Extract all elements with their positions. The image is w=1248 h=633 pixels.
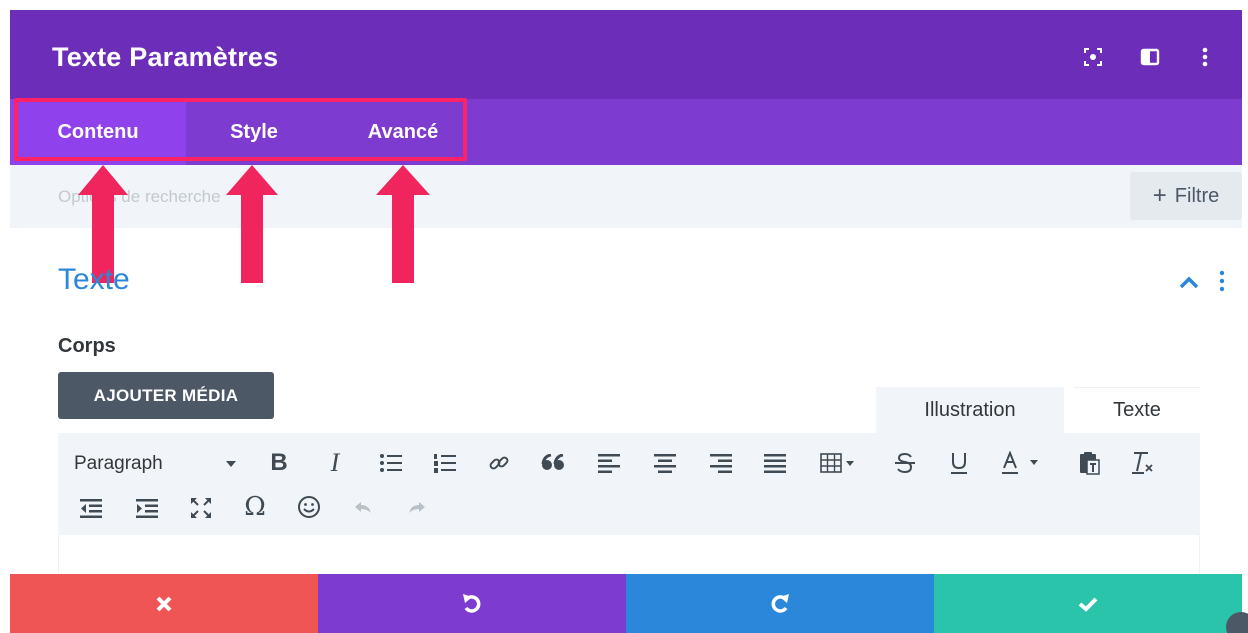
link-icon[interactable]: [486, 450, 512, 476]
focus-icon[interactable]: [1082, 46, 1104, 68]
tabs-highlight-box: [14, 98, 467, 161]
editor-tab-texte[interactable]: Texte: [1074, 387, 1200, 433]
add-media-button[interactable]: AJOUTER MÉDIA: [58, 372, 274, 419]
underline-icon[interactable]: [946, 450, 972, 476]
strikethrough-icon[interactable]: [892, 450, 918, 476]
annotation-arrow-up-icon: [376, 165, 430, 283]
section-title: Texte: [58, 263, 130, 296]
fullscreen-icon[interactable]: [188, 495, 214, 521]
check-icon: [1078, 597, 1098, 612]
modal-header: Texte Paramètres: [10, 10, 1242, 99]
editor-tab-illustration[interactable]: Illustration: [876, 387, 1064, 433]
align-left-icon[interactable]: [596, 450, 622, 476]
modal-title: Texte Paramètres: [52, 42, 279, 72]
field-label-corps: Corps: [58, 335, 116, 357]
undo-icon: [463, 593, 481, 613]
blockquote-icon[interactable]: [540, 450, 566, 476]
search-row: + Filtre: [10, 165, 1242, 228]
bold-icon[interactable]: B: [266, 449, 292, 476]
close-button[interactable]: [10, 574, 318, 633]
align-right-icon[interactable]: [708, 450, 734, 476]
save-button[interactable]: [934, 574, 1242, 633]
indent-icon[interactable]: [134, 495, 160, 521]
align-center-icon[interactable]: [652, 450, 678, 476]
filter-button[interactable]: + Filtre: [1130, 172, 1242, 220]
annotation-arrow-up-icon: [226, 165, 278, 283]
clear-formatting-icon[interactable]: [1130, 450, 1156, 476]
modal-footer: [10, 574, 1242, 633]
table-icon[interactable]: [818, 450, 858, 476]
emoji-icon[interactable]: [296, 494, 322, 520]
redo-icon: [771, 593, 789, 613]
numbered-list-icon[interactable]: [432, 450, 458, 476]
plus-icon: +: [1152, 182, 1167, 209]
undo-button[interactable]: [318, 574, 626, 633]
italic-icon[interactable]: I: [322, 448, 348, 477]
editor-content-area[interactable]: [58, 535, 1200, 575]
bullet-list-icon[interactable]: [378, 450, 404, 476]
more-vertical-icon[interactable]: [1194, 46, 1216, 68]
align-justify-icon[interactable]: [762, 450, 788, 476]
paste-text-icon[interactable]: [1076, 450, 1102, 476]
format-select[interactable]: Paragraph: [74, 453, 163, 475]
dropdown-caret-icon[interactable]: [218, 451, 244, 477]
editor-toolbar: Paragraph B I Ω: [58, 433, 1200, 535]
section-more-icon[interactable]: [1219, 270, 1225, 292]
close-icon: [156, 596, 172, 611]
redo-button[interactable]: [626, 574, 934, 633]
outdent-icon[interactable]: [78, 495, 104, 521]
split-view-icon[interactable]: [1139, 46, 1161, 68]
special-character-icon[interactable]: Ω: [242, 492, 268, 522]
filter-label: Filtre: [1174, 184, 1220, 207]
search-input[interactable]: [58, 185, 658, 209]
text-color-icon[interactable]: [998, 450, 1042, 476]
chevron-up-icon[interactable]: [1178, 274, 1200, 290]
undo-icon[interactable]: [350, 495, 376, 521]
redo-icon[interactable]: [404, 495, 430, 521]
